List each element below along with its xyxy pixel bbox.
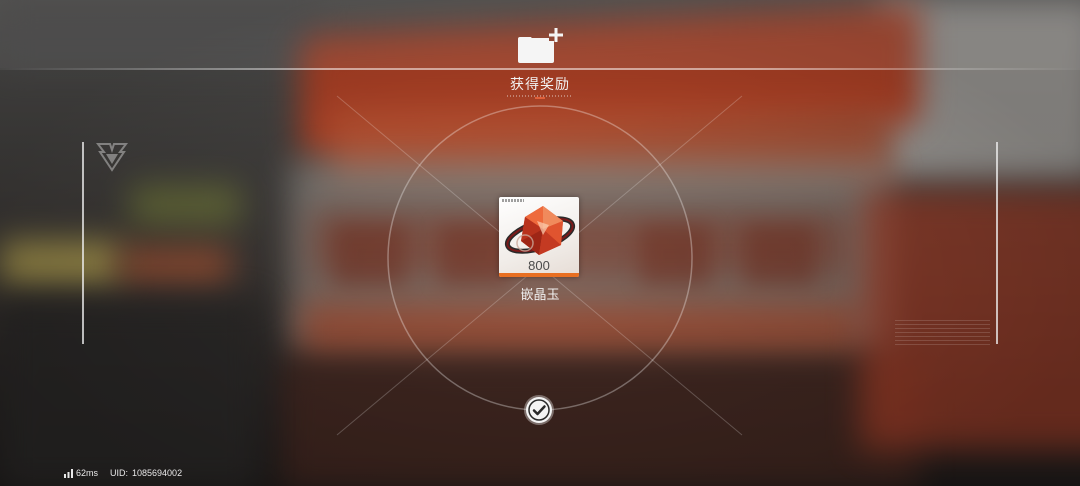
checkmark-icon	[528, 399, 550, 421]
rarity-bar	[499, 273, 579, 277]
card-tag	[502, 199, 524, 202]
signal-icon	[64, 468, 73, 478]
uid-value: 1085694002	[132, 468, 183, 478]
reward-count: 800	[528, 258, 550, 273]
reward-name: 嵌晶玉	[520, 288, 560, 303]
uid-label: UID:	[110, 468, 129, 478]
confirm-button[interactable]	[526, 397, 552, 423]
status-footer: 62ms UID: 1085694002	[64, 466, 182, 480]
latency-value: 62ms	[76, 468, 99, 478]
crystal-gem-icon	[504, 206, 576, 255]
reward-item-card[interactable]: 800	[499, 197, 579, 277]
